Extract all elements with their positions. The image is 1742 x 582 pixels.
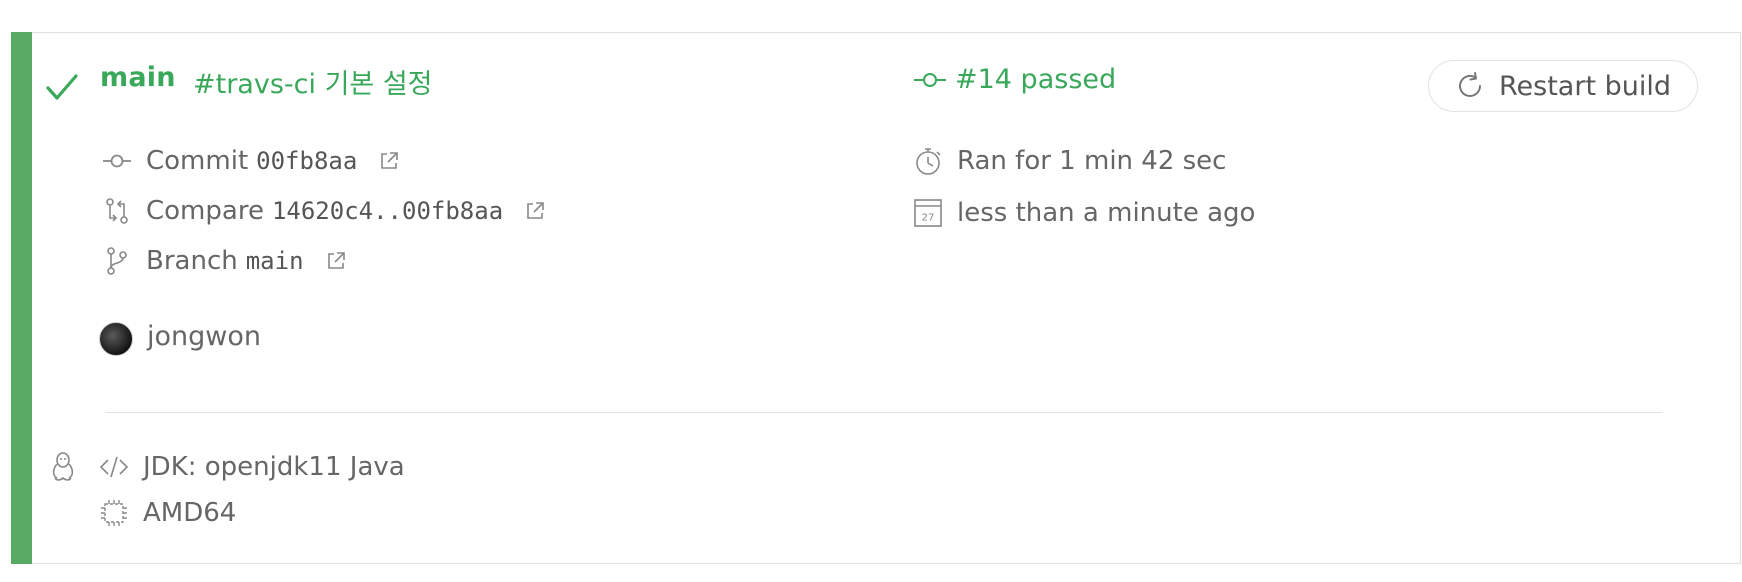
compare-range-link[interactable]: 14620c4..00fb8aa (272, 197, 503, 225)
commit-icon (103, 154, 131, 168)
external-link-icon[interactable] (326, 251, 346, 271)
divider (106, 412, 1662, 413)
status-bar (11, 32, 32, 564)
commit-message: #travs-ci 기본 설정 (193, 69, 433, 100)
commit-row: Commit 00fb8aa (102, 146, 399, 176)
commit-icon (914, 72, 946, 87)
external-link-icon[interactable] (525, 201, 545, 221)
branch-label: Branch (146, 246, 238, 276)
branch-name-code-link[interactable]: main (246, 247, 304, 275)
build-status[interactable]: #14 passed (913, 64, 1116, 95)
compare-icon (106, 198, 128, 224)
compare-label: Compare (146, 196, 264, 226)
avatar (99, 322, 133, 356)
language-text: JDK: openjdk11 Java (143, 452, 405, 482)
duration-text: Ran for 1 min 42 sec (957, 146, 1227, 176)
finished-row: 27 less than a minute ago (913, 198, 1255, 228)
arch-text: AMD64 (143, 498, 237, 528)
branch-row: Branch main (102, 246, 346, 276)
calendar-day: 27 (922, 213, 935, 224)
restart-build-label: Restart build (1498, 70, 1672, 102)
branch-icon (107, 247, 127, 275)
linux-tux-icon (52, 452, 74, 481)
arch-row: AMD64 (99, 498, 236, 528)
build-status-text: #14 passed (955, 64, 1117, 95)
language-row: JDK: openjdk11 Java (99, 452, 405, 482)
restart-icon (1458, 72, 1481, 97)
compare-row: Compare 14620c4..00fb8aa (102, 196, 545, 226)
check-icon (46, 74, 78, 100)
code-icon (99, 456, 129, 478)
author-name[interactable]: jongwon (147, 321, 261, 352)
stopwatch-icon (916, 148, 941, 175)
duration-row: Ran for 1 min 42 sec (913, 146, 1226, 176)
calendar-icon: 27 (914, 199, 942, 227)
branch-name-link[interactable]: main (100, 62, 176, 93)
commit-hash-link[interactable]: 00fb8aa (256, 147, 357, 175)
cpu-icon (101, 500, 127, 526)
commit-label: Commit (146, 146, 249, 176)
finished-time-text: less than a minute ago (957, 198, 1256, 228)
external-link-icon[interactable] (379, 151, 399, 171)
restart-build-button[interactable]: Restart build (1428, 60, 1698, 112)
